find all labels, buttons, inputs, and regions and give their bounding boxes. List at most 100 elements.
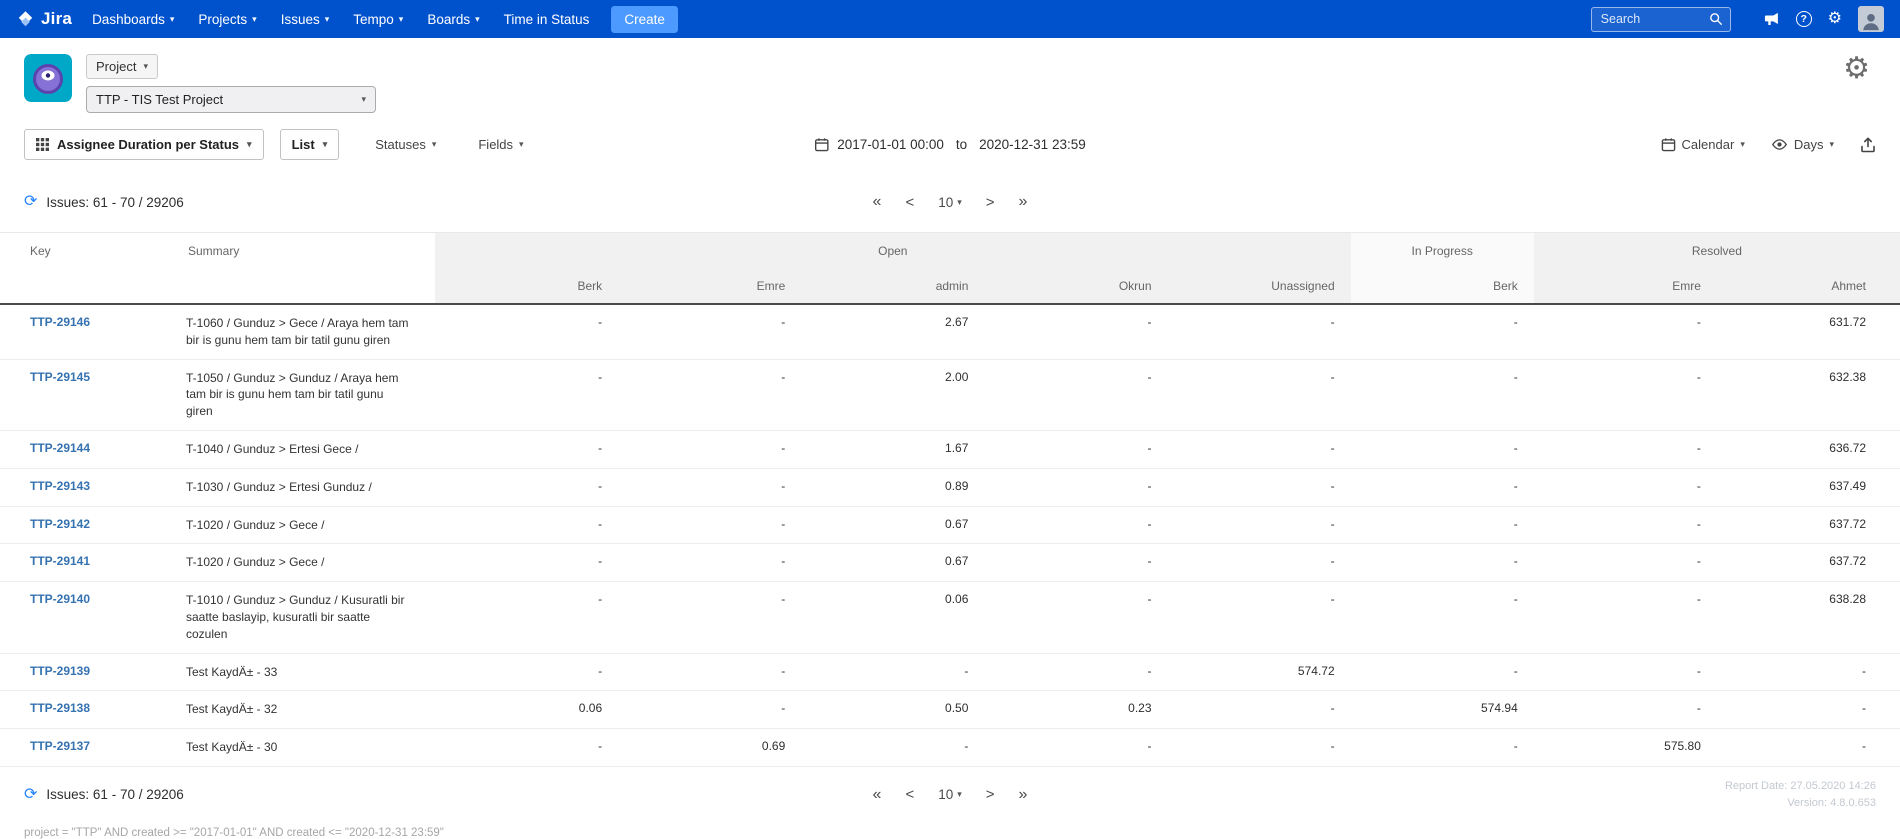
create-button[interactable]: Create [611,6,678,33]
report-meta: Report Date: 27.05.2020 14:26 Version: 4… [1725,778,1876,812]
issue-key-link[interactable]: TTP-29141 [30,554,90,568]
chevron-down-icon: ▾ [399,14,404,25]
chevron-down-icon: ▾ [432,139,437,150]
time-unit-label: Days [1794,137,1824,152]
view-mode-dropdown[interactable]: List ▾ [280,129,340,160]
report-type-dropdown[interactable]: Assignee Duration per Status ▾ [24,129,264,160]
calendar-icon [814,137,829,152]
nav-item-projects[interactable]: Projects▾ [198,12,256,27]
nav-item-boards[interactable]: Boards▾ [427,12,479,27]
scope-dropdown-button[interactable]: Project ▾ [86,54,158,79]
help-icon[interactable]: ? [1796,11,1812,27]
duration-cell: - [618,691,801,729]
calendar-type-label: Calendar [1682,137,1735,152]
duration-cell: - [1351,729,1534,767]
statuses-dropdown[interactable]: Statuses ▾ [375,137,436,152]
nav-item-time-in-status[interactable]: Time in Status [504,12,590,27]
issue-key-link[interactable]: TTP-29137 [30,739,90,753]
issue-key-link[interactable]: TTP-29139 [30,664,90,678]
duration-cell: - [1351,304,1534,359]
help-question-glyph: ? [1796,11,1812,27]
column-header-open-unassigned: Unassigned [1168,269,1351,304]
nav-item-label: Time in Status [504,12,590,27]
issue-key-link[interactable]: TTP-29138 [30,701,90,715]
duration-cell: - [618,304,801,359]
table-row: TTP-29145 T-1050 / Gunduz > Gunduz / Aray… [0,359,1900,430]
feedback-megaphone-icon[interactable] [1763,11,1780,28]
page-size-value: 10 [938,787,953,802]
table-row: TTP-29141T-1020 / Gunduz > Gece /--0.67-… [0,544,1900,582]
duration-cell: - [1168,506,1351,544]
first-page-button[interactable]: « [873,194,882,210]
prev-page-button[interactable]: < [905,195,914,210]
next-page-button[interactable]: > [986,787,995,802]
issue-summary: T-1010 / Gunduz > Gunduz / Kusuratli bir… [180,582,435,653]
refresh-icon[interactable]: ⟳ [24,787,37,803]
search-input[interactable] [1599,11,1709,27]
duration-cell: - [1534,691,1717,729]
search-box[interactable] [1591,7,1731,32]
pagination-top: « < 10 ▾ > » [873,194,1028,210]
calendar-type-dropdown[interactable]: Calendar ▾ [1661,137,1745,152]
nav-item-label: Issues [281,12,320,27]
page-size-dropdown[interactable]: 10 ▾ [938,195,962,210]
issue-key-link[interactable]: TTP-29143 [30,479,90,493]
issue-summary: T-1050 / Gunduz > Gunduz / Araya hem tam… [180,359,435,430]
report-settings-gear-icon[interactable]: ⚙ [1843,54,1876,84]
duration-cell: - [1534,653,1717,691]
jira-wordmark: Jira [41,9,72,29]
issue-key-link[interactable]: TTP-29140 [30,592,90,606]
time-unit-dropdown[interactable]: Days ▾ [1771,136,1834,153]
duration-cell: - [801,729,984,767]
duration-cell: - [984,653,1167,691]
duration-cell: - [435,653,618,691]
duration-cell: - [1351,468,1534,506]
project-select[interactable]: TTP - TIS Test Project ▾ [86,86,376,113]
issue-key-link[interactable]: TTP-29146 [30,315,90,329]
fields-dropdown[interactable]: Fields ▾ [478,137,523,152]
pagination-bottom: « < 10 ▾ > » [873,787,1028,803]
nav-right: ? ⚙ [1591,6,1884,32]
duration-cell: - [1168,468,1351,506]
duration-cell: - [1351,359,1534,430]
nav-item-dashboards[interactable]: Dashboards▾ [92,12,174,27]
duration-cell: - [984,582,1167,653]
jira-logo-icon [16,10,35,29]
user-avatar[interactable] [1858,6,1884,32]
key-column-header: Key [0,233,180,305]
duration-cell: - [984,729,1167,767]
duration-cell: - [618,468,801,506]
duration-cell: - [1351,653,1534,691]
fields-label: Fields [478,137,513,152]
report-table: Key Summary OpenIn ProgressResolved Berk… [0,232,1900,767]
next-page-button[interactable]: > [986,195,995,210]
export-button[interactable] [1860,137,1876,153]
page-size-dropdown[interactable]: 10 ▾ [938,787,962,802]
issue-key-link[interactable]: TTP-29145 [30,370,90,384]
duration-cell: 0.89 [801,468,984,506]
settings-gear-icon[interactable]: ⚙ [1828,11,1842,27]
date-range[interactable]: 2017-01-01 00:00 to 2020-12-31 23:59 [814,137,1085,152]
jira-home-link[interactable]: Jira [16,9,72,29]
nav-item-tempo[interactable]: Tempo▾ [353,12,403,27]
first-page-button[interactable]: « [873,787,882,803]
column-group-in-progress: In Progress [1351,233,1534,270]
duration-cell: - [618,430,801,468]
duration-cell: - [618,544,801,582]
duration-cell: 636.72 [1717,430,1900,468]
last-page-button[interactable]: » [1019,787,1028,803]
issue-key-link[interactable]: TTP-29144 [30,441,90,455]
duration-cell: - [618,653,801,691]
project-select-value: TTP - TIS Test Project [96,92,223,107]
chevron-down-icon: ▾ [957,789,962,800]
nav-item-issues[interactable]: Issues▾ [281,12,330,27]
duration-cell: 2.67 [801,304,984,359]
nav-item-label: Boards [427,12,470,27]
last-page-button[interactable]: » [1019,194,1028,210]
duration-cell: - [1717,653,1900,691]
view-mode-label: List [292,137,315,152]
issue-key-link[interactable]: TTP-29142 [30,517,90,531]
refresh-icon[interactable]: ⟳ [24,194,37,210]
search-icon[interactable] [1709,12,1723,26]
prev-page-button[interactable]: < [905,787,914,802]
